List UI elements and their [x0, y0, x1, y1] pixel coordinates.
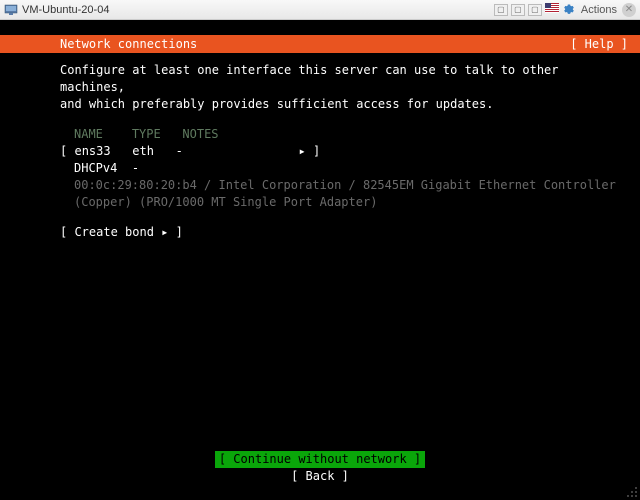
- hardware-info: 00:0c:29:80:20:b4 / Intel Corporation / …: [74, 177, 628, 211]
- actions-menu[interactable]: Actions: [581, 4, 617, 16]
- resize-grip-icon[interactable]: [626, 486, 638, 498]
- col-name: NAME: [74, 127, 103, 141]
- interface-table-header: NAME TYPE NOTES: [74, 126, 628, 143]
- iface-notes: -: [176, 144, 183, 158]
- window-btn-1[interactable]: ▢: [494, 4, 508, 16]
- create-bond-button[interactable]: [ Create bond ▸ ]: [60, 224, 628, 241]
- continue-button[interactable]: [ Continue without network ]: [215, 451, 425, 468]
- dhcp-row: DHCPv4 -: [74, 160, 628, 177]
- window-title: VM-Ubuntu-20-04: [22, 4, 494, 16]
- instructions-text: Configure at least one interface this se…: [60, 62, 628, 112]
- dhcp-label: DHCPv4: [74, 161, 117, 175]
- installer-header: Network connections [ Help ]: [0, 35, 640, 53]
- flag-icon: [545, 3, 559, 16]
- dhcp-status: -: [132, 161, 139, 175]
- iface-name: ens33: [74, 144, 110, 158]
- hw-line1: 00:0c:29:80:20:b4 / Intel Corporation / …: [74, 177, 628, 194]
- bracket-open: [: [60, 144, 67, 158]
- interface-row[interactable]: [ ens33 eth - ▸ ]: [60, 143, 628, 160]
- instructions-line1: Configure at least one interface this se…: [60, 62, 628, 96]
- chevron-right-icon: ▸: [298, 144, 305, 158]
- close-icon[interactable]: ✕: [622, 3, 636, 17]
- gear-icon[interactable]: [562, 1, 576, 18]
- window-btn-3[interactable]: ▢: [528, 4, 542, 16]
- window-controls: ▢ ▢ ▢ Actions ✕: [494, 1, 636, 18]
- bottom-actions: [ Continue without network ] [ Back ]: [0, 451, 640, 485]
- window-titlebar: VM-Ubuntu-20-04 ▢ ▢ ▢ Actions ✕: [0, 0, 640, 20]
- col-type: TYPE: [132, 127, 161, 141]
- vm-icon: [4, 3, 18, 17]
- page-title: Network connections: [60, 36, 197, 53]
- hw-line2: (Copper) (PRO/1000 MT Single Port Adapte…: [74, 194, 628, 211]
- main-content: Configure at least one interface this se…: [60, 62, 628, 241]
- iface-type: eth: [132, 144, 154, 158]
- window-btn-2[interactable]: ▢: [511, 4, 525, 16]
- help-button[interactable]: [ Help ]: [570, 36, 628, 53]
- bracket-close: ]: [313, 144, 320, 158]
- col-notes: NOTES: [182, 127, 218, 141]
- back-button[interactable]: [ Back ]: [291, 468, 349, 485]
- terminal-screen: Network connections [ Help ] Configure a…: [0, 20, 640, 500]
- instructions-line2: and which preferably provides sufficient…: [60, 96, 628, 113]
